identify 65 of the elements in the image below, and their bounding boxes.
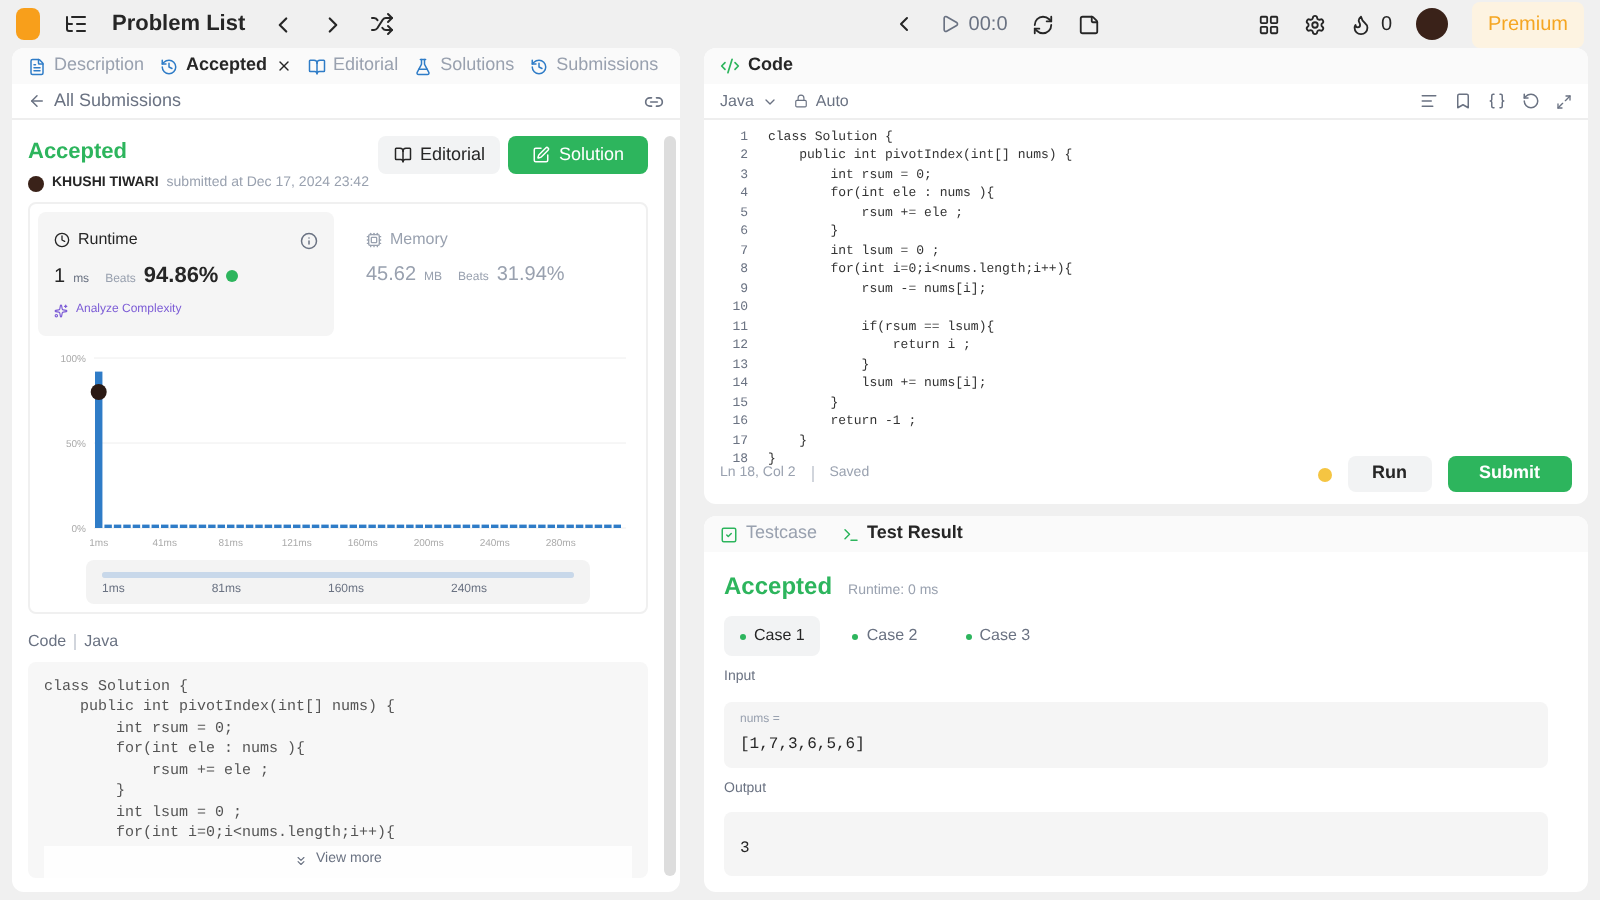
run-button[interactable]: Run — [1348, 456, 1431, 492]
memory-title: Memory — [390, 228, 448, 252]
language-selector[interactable]: Java — [720, 89, 778, 113]
panel-tab[interactable]: Description — [28, 52, 145, 80]
avatar-marker — [90, 383, 107, 399]
output-value: 3 — [740, 840, 750, 858]
chevrons-down-icon — [294, 854, 309, 868]
expand-icon[interactable] — [1556, 93, 1572, 109]
flame-icon — [1350, 13, 1373, 35]
list-icon[interactable] — [64, 12, 88, 36]
timer[interactable]: 00:0 — [940, 9, 1008, 39]
link-icon[interactable] — [644, 91, 664, 111]
close-icon[interactable] — [275, 58, 292, 74]
auto-mode[interactable]: Auto — [793, 89, 849, 113]
case-tab[interactable]: Case 3 — [949, 616, 1047, 656]
document-icon — [28, 57, 46, 75]
bookmark-icon[interactable] — [1454, 92, 1472, 110]
submit-button[interactable]: Submit — [1447, 456, 1572, 492]
status-text: Accepted — [28, 138, 130, 168]
sparkle-icon — [54, 303, 68, 317]
case-tab[interactable]: Case 1 — [724, 616, 821, 656]
runtime-title: Runtime — [78, 228, 138, 252]
runtime-value: 1 — [54, 264, 66, 292]
info-icon[interactable] — [300, 231, 318, 249]
terminal-icon — [841, 525, 860, 543]
streak-counter[interactable]: 0 — [1350, 9, 1392, 39]
panel-tab[interactable]: Accepted — [160, 52, 292, 80]
edit-icon — [532, 146, 551, 164]
code-label: Code — [28, 629, 67, 653]
reset-icon[interactable] — [1031, 13, 1054, 35]
memory-value: 45.62 — [366, 262, 417, 290]
result-status: Accepted — [724, 570, 833, 604]
all-submissions-link[interactable]: All Submissions — [54, 87, 182, 115]
lock-icon — [793, 94, 808, 108]
braces-icon[interactable] — [1488, 92, 1506, 110]
code-icon — [720, 56, 740, 76]
history-icon — [530, 57, 549, 75]
layout-icon[interactable] — [1258, 13, 1281, 35]
user-avatar — [28, 175, 44, 192]
shuffle-icon[interactable] — [369, 12, 394, 36]
badge-icon — [226, 270, 239, 282]
solution-button[interactable]: Solution — [508, 136, 648, 174]
language-label: Java — [84, 629, 119, 653]
memory-beats: 31.94% — [496, 262, 565, 290]
play-icon — [940, 14, 961, 34]
result-tab[interactable]: Test Result — [841, 520, 963, 548]
runtime-beats: 94.86% — [143, 262, 219, 292]
chip-icon — [366, 232, 382, 248]
history-icon — [160, 57, 179, 75]
flask-icon — [414, 57, 433, 75]
back-icon[interactable] — [28, 92, 46, 110]
settings-icon[interactable] — [1304, 13, 1327, 35]
scrollbar[interactable] — [664, 136, 676, 876]
input-value: [1,7,3,6,5,6] — [740, 733, 867, 757]
book-icon — [393, 146, 412, 164]
avatar[interactable] — [1416, 8, 1448, 40]
editorial-button[interactable]: Editorial — [377, 136, 501, 174]
clock-icon — [54, 232, 70, 248]
format-icon[interactable] — [1420, 92, 1438, 110]
checkbox-icon — [720, 525, 738, 543]
problem-list-link[interactable]: Problem List — [112, 7, 246, 41]
panel-title: Code — [748, 52, 793, 79]
book-icon — [307, 57, 326, 75]
note-icon[interactable] — [1077, 13, 1100, 35]
case-tab[interactable]: Case 2 — [836, 616, 934, 656]
